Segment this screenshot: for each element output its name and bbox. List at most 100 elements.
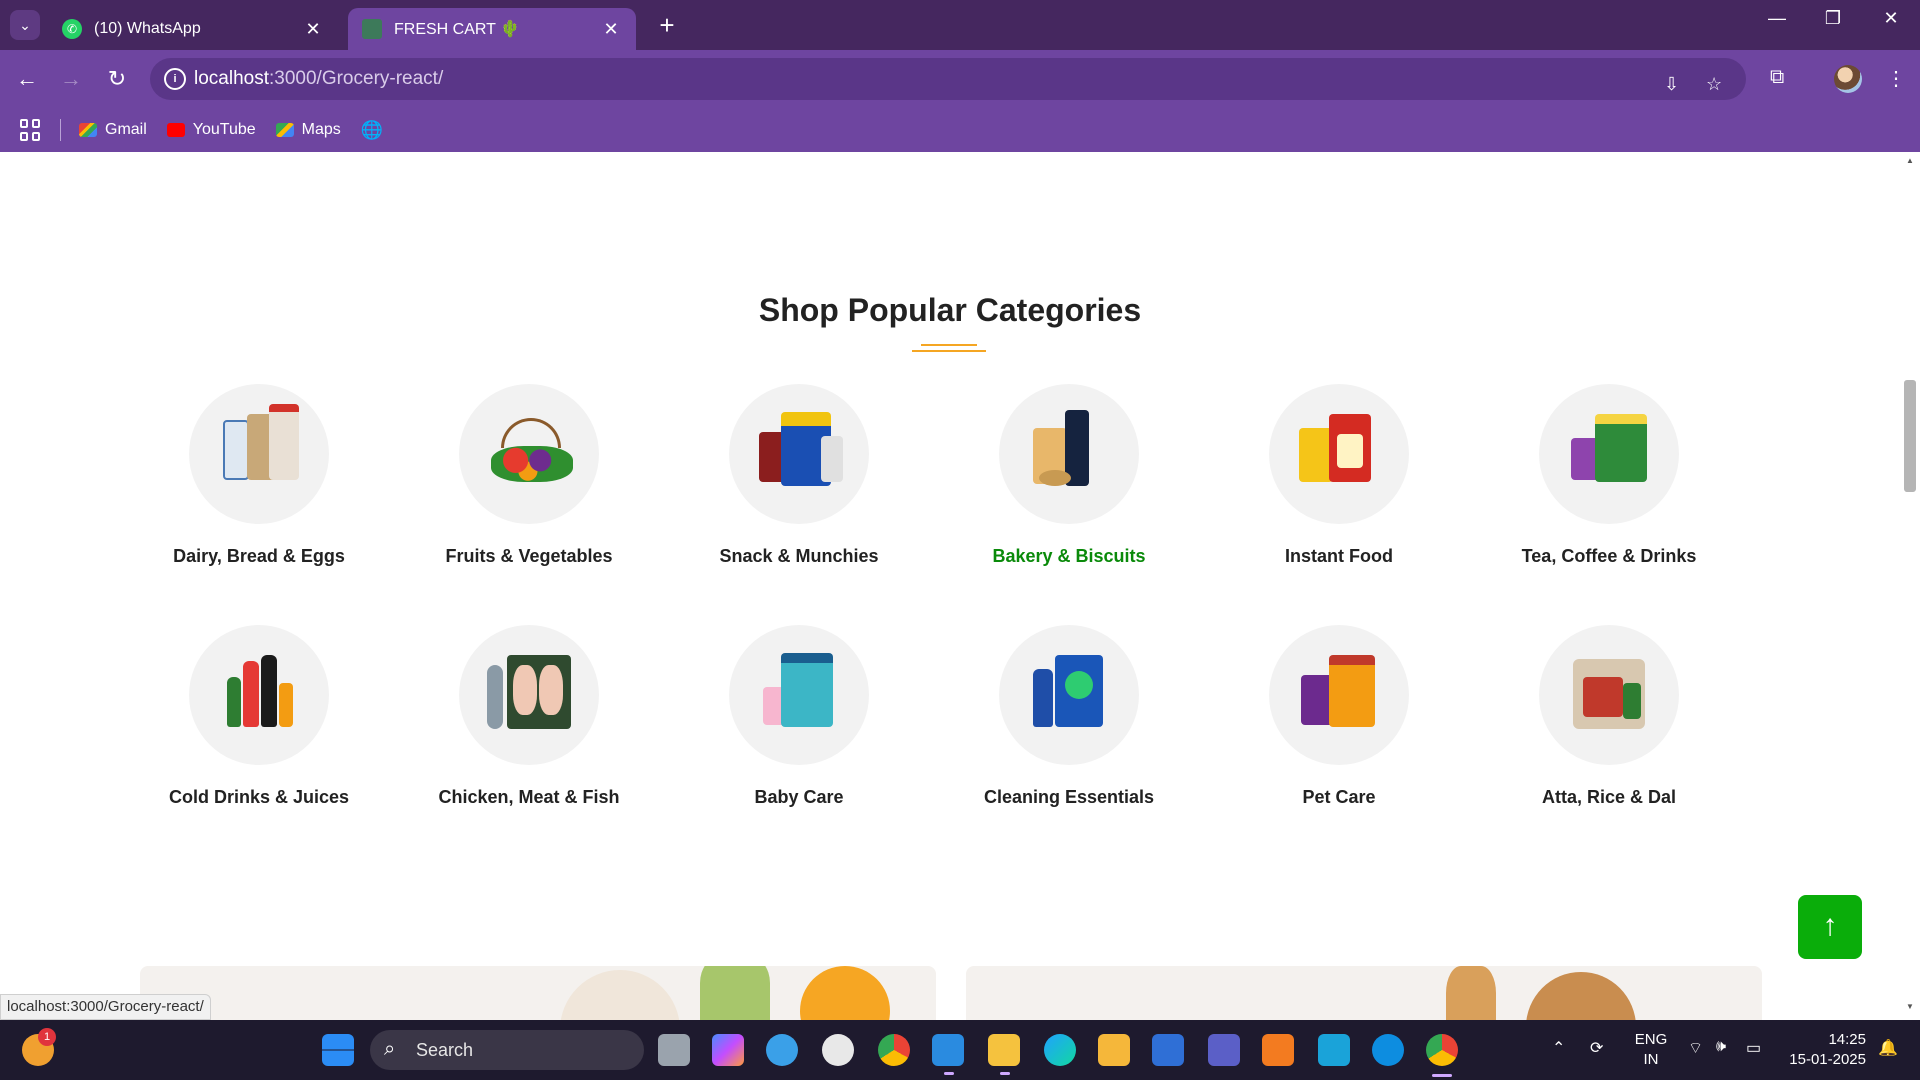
minimize-button[interactable]: —: [1762, 8, 1792, 29]
promo-banner-bakery[interactable]: [966, 966, 1762, 1020]
category-image: [729, 384, 869, 524]
file-explorer-icon[interactable]: [988, 1034, 1020, 1066]
category-label: Cold Drinks & Juices: [168, 787, 350, 807]
forward-button[interactable]: →: [56, 64, 86, 94]
battery-icon[interactable]: ▭: [1746, 1038, 1761, 1058]
category-label: Tea, Coffee & Drinks: [1521, 546, 1697, 566]
chevron-down-icon: ⌄: [19, 16, 31, 33]
tray-overflow-chevron-icon[interactable]: ⌃: [1552, 1038, 1565, 1058]
category-fruits-vegetables[interactable]: Fruits & Vegetables: [394, 384, 664, 567]
copilot-icon[interactable]: [712, 1034, 744, 1066]
extensions-icon[interactable]: ⧉: [1770, 66, 1784, 89]
category-baby-care[interactable]: Baby Care: [664, 625, 934, 808]
scrollbar-thumb[interactable]: [1904, 380, 1916, 492]
category-image: [999, 625, 1139, 765]
new-tab-button[interactable]: +: [652, 10, 682, 41]
title-underline: [912, 344, 986, 352]
arrow-up-icon: ↑: [1822, 909, 1838, 942]
category-cold-drinks-juices[interactable]: Cold Drinks & Juices: [124, 625, 394, 808]
skype-icon[interactable]: [1372, 1034, 1404, 1066]
bookmark-maps[interactable]: Maps: [275, 121, 341, 139]
category-cleaning-essentials[interactable]: Cleaning Essentials: [934, 625, 1204, 808]
tab-strip: ⌄ ✆ (10) WhatsApp ✕ FRESH CART 🌵 ✕ + — ❐…: [0, 0, 1920, 50]
site-info-icon[interactable]: i: [164, 68, 186, 90]
category-image: [189, 625, 329, 765]
youtube-icon: [166, 123, 185, 137]
category-atta-rice-dal[interactable]: Atta, Rice & Dal: [1474, 625, 1744, 808]
page-scrollbar[interactable]: ▲ ▼: [1900, 152, 1920, 1020]
reload-button[interactable]: ↻: [102, 64, 132, 94]
category-dairy-bread-eggs[interactable]: Dairy, Bread & Eggs: [124, 384, 394, 567]
menu-kebab-icon[interactable]: ⋮: [1886, 66, 1906, 91]
clock-date: 15-01-2025: [1789, 1051, 1866, 1068]
category-label: Instant Food: [1285, 546, 1393, 566]
address-bar[interactable]: i localhost:3000/Grocery-react/ ⇩ ☆: [150, 58, 1746, 100]
teams-icon[interactable]: [1208, 1034, 1240, 1066]
gmail-icon: [79, 123, 97, 137]
tab-search-button[interactable]: ⌄: [10, 10, 40, 40]
profile-avatar[interactable]: [1834, 65, 1862, 93]
tab-title: FRESH CART 🌵: [394, 21, 521, 38]
promo-banner-fruits[interactable]: [140, 966, 936, 1020]
bookmark-globe[interactable]: 🌐: [361, 120, 383, 141]
wifi-icon[interactable]: ⌔: [1688, 1038, 1703, 1058]
chrome-active-icon[interactable]: [1426, 1034, 1458, 1066]
bookmarks-bar: Gmail YouTube Maps 🌐: [0, 108, 1920, 152]
task-view-icon[interactable]: [658, 1034, 690, 1066]
scroll-to-top-button[interactable]: ↑: [1798, 895, 1862, 959]
category-tea-coffee-drinks[interactable]: Tea, Coffee & Drinks: [1474, 384, 1744, 567]
language-indicator[interactable]: ENG IN: [1628, 1030, 1674, 1070]
sticky-app-icon[interactable]: [1098, 1034, 1130, 1066]
notification-bell-icon[interactable]: 🔔: [1878, 1038, 1898, 1058]
category-label: Fruits & Vegetables: [445, 546, 613, 566]
page-viewport: Shop Popular Categories Dairy, Bread & E…: [0, 152, 1920, 1020]
back-button[interactable]: ←: [12, 64, 42, 94]
fresh-cart-favicon: [362, 19, 382, 39]
category-chicken-meat-fish[interactable]: Chicken, Meat & Fish: [394, 625, 664, 808]
paint-icon[interactable]: [766, 1034, 798, 1066]
search-icon: ⌕: [384, 1038, 396, 1060]
tab-fresh-cart[interactable]: FRESH CART 🌵 ✕: [348, 8, 636, 50]
category-label: Dairy, Bread & Eggs: [173, 546, 345, 566]
scroll-up-arrow-icon[interactable]: ▲: [1906, 156, 1914, 165]
category-label: Snack & Munchies: [719, 546, 879, 566]
volume-icon[interactable]: 🕪: [1716, 1038, 1726, 1056]
category-bakery-biscuits[interactable]: Bakery & Biscuits: [934, 384, 1204, 567]
restore-button[interactable]: ❐: [1818, 8, 1848, 29]
scroll-down-arrow-icon[interactable]: ▼: [1906, 1002, 1914, 1011]
bookmark-gmail[interactable]: Gmail: [79, 121, 147, 139]
category-image: [1269, 384, 1409, 524]
category-pet-care[interactable]: Pet Care: [1204, 625, 1474, 808]
vscode-icon[interactable]: [932, 1034, 964, 1066]
remote-desktop-icon[interactable]: [1318, 1034, 1350, 1066]
search-placeholder: Search: [416, 1039, 474, 1060]
xampp-icon[interactable]: [1262, 1034, 1294, 1066]
category-image: [459, 384, 599, 524]
clock[interactable]: 14:25 15-01-2025: [1782, 1030, 1866, 1070]
chrome-icon[interactable]: [878, 1034, 910, 1066]
windows-start-icon[interactable]: [322, 1034, 354, 1066]
bookmark-star-icon[interactable]: ☆: [1706, 74, 1722, 95]
tab-whatsapp[interactable]: ✆ (10) WhatsApp ✕: [48, 8, 338, 50]
language-code: ENG: [1634, 1031, 1668, 1048]
category-image: [1539, 625, 1679, 765]
apps-grid-icon[interactable]: [20, 119, 42, 141]
link-status-tooltip: localhost:3000/Grocery-react/: [0, 994, 211, 1020]
category-snack-munchies[interactable]: Snack & Munchies: [664, 384, 934, 567]
clock-app-icon[interactable]: [822, 1034, 854, 1066]
taskbar-search[interactable]: ⌕ Search: [370, 1030, 644, 1070]
category-label: Baby Care: [754, 787, 844, 807]
category-instant-food[interactable]: Instant Food: [1204, 384, 1474, 567]
edge-icon[interactable]: [1044, 1034, 1076, 1066]
mail-icon[interactable]: [1152, 1034, 1184, 1066]
close-tab-icon[interactable]: ✕: [600, 19, 622, 40]
bookmark-youtube[interactable]: YouTube: [166, 121, 256, 139]
whatsapp-icon: ✆: [62, 19, 82, 39]
tab-title: (10) WhatsApp: [94, 20, 201, 37]
sync-icon[interactable]: ⟳: [1590, 1038, 1603, 1058]
install-app-icon[interactable]: ⇩: [1664, 74, 1679, 95]
close-window-button[interactable]: ✕: [1876, 8, 1906, 29]
region-code: IN: [1643, 1051, 1659, 1068]
close-tab-icon[interactable]: ✕: [302, 19, 324, 40]
category-label: Pet Care: [1302, 787, 1376, 807]
